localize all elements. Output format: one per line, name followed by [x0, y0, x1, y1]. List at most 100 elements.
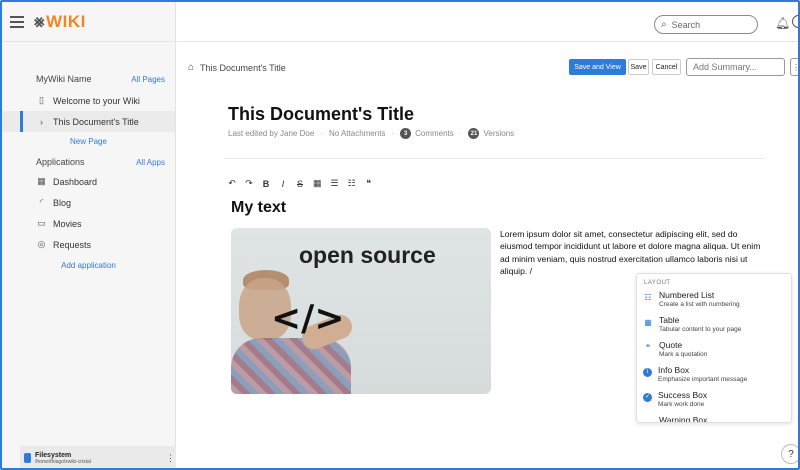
bell-icon[interactable]: 🔔︎ [775, 16, 790, 30]
add-application-link[interactable]: Add application [2, 255, 175, 275]
xwiki-logo[interactable]: ⨳WIKI [34, 12, 86, 32]
sidebar-item-this-document[interactable]: › This Document's Title [2, 111, 175, 132]
content-paragraph[interactable]: Lorem ipsum dolor sit amet, consectetur … [500, 228, 762, 277]
more-options-icon[interactable]: ⋮ [166, 453, 176, 464]
divider [224, 158, 765, 159]
sidebar-item-label: Blog [53, 197, 72, 208]
applications-heading: Applications [36, 157, 85, 167]
table-icon: ▦ [644, 318, 652, 327]
sidebar-item-label: Movies [53, 218, 82, 229]
top-bar: ⌕ Search 🔔︎ [177, 2, 798, 42]
sidebar-item-label: This Document's Title [53, 116, 139, 127]
summary-input[interactable]: Add Summary... [686, 58, 785, 76]
undo-icon[interactable]: ↶ [228, 178, 236, 189]
code-symbol-icon: </> [271, 298, 345, 339]
numbered-list-icon[interactable]: ☷ [348, 178, 356, 189]
bullet-list-icon[interactable]: ☰ [331, 178, 339, 189]
last-edited: Last edited by Jane Doe [228, 129, 315, 138]
sidebar-item-requests[interactable]: ◎ Requests [2, 234, 175, 255]
check-icon: ✓ [643, 393, 652, 402]
menu-item-quote[interactable]: ❝ Quote Mark a quotation [637, 340, 791, 365]
menu-item-numbered-list[interactable]: ☷ Numbered List Create a list with number… [637, 290, 791, 315]
document-meta: Last edited by Jane Doe · No Attachments… [228, 128, 514, 139]
menu-item-title: Success Box [658, 390, 708, 400]
separator: · [459, 129, 463, 138]
editor-toolbar: ↶ ↷ B I S ▦ ☰ ☷ ❝ [228, 178, 373, 189]
filesystem-info: Filesystem /home/thiago/xwiki-cristal [35, 452, 166, 465]
filesystem-path: /home/thiago/xwiki-cristal [35, 458, 91, 465]
search-icon: ⌕ [661, 19, 667, 30]
rss-icon: ◜ [39, 197, 44, 207]
search-placeholder: Search [671, 19, 701, 30]
page-title: This Document's Title [228, 104, 414, 124]
comments-link[interactable]: Comments [415, 129, 454, 138]
home-icon[interactable]: ⌂ [188, 62, 194, 73]
wiki-name-row: MyWiki Name All Pages [2, 70, 175, 88]
sidebar-item-label: Welcome to your Wiki [53, 95, 140, 106]
filesystem-name: Filesystem [35, 451, 72, 459]
menu-section-heading: LAYOUT [644, 280, 671, 286]
search-input[interactable]: ⌕ Search [654, 15, 758, 34]
tv-icon: ▭ [37, 218, 46, 228]
table-icon[interactable]: ▦ [313, 178, 322, 189]
content-image[interactable]: open source </> [231, 228, 491, 394]
user-icon[interactable] [792, 15, 798, 28]
attachments-link[interactable]: No Attachments [329, 129, 385, 138]
chevron-right-icon[interactable]: › [36, 117, 47, 127]
grid-icon: ▦ [37, 176, 46, 186]
sidebar-item-label: Requests [53, 239, 92, 250]
image-person-shirt [231, 338, 351, 394]
check-circle-icon: ◎ [37, 239, 46, 249]
menu-item-title: Table [659, 315, 680, 325]
quote-icon: ❝ [645, 343, 651, 352]
app-window: ⨳WIKI MyWiki Name All Pages ▯ Welcome to… [0, 0, 800, 470]
filesystem-panel[interactable]: Filesystem /home/thiago/xwiki-cristal ⋮ [20, 446, 176, 468]
versions-count-badge: 21 [468, 128, 480, 139]
menu-item-table[interactable]: ▦ Table Tabular content to your page [637, 315, 791, 340]
all-apps-link[interactable]: All Apps [136, 158, 165, 167]
slash-command-menu: LAYOUT ☷ Numbered List Create a list with… [636, 273, 792, 423]
sidebar-item-welcome[interactable]: ▯ Welcome to your Wiki [2, 90, 175, 111]
sidebar-item-label: Dashboard [53, 176, 98, 187]
menu-item-title: Numbered List [659, 290, 715, 300]
separator: · [391, 129, 395, 138]
save-and-view-button[interactable]: Save and View [569, 59, 626, 75]
sidebar-header: ⨳WIKI [2, 2, 175, 42]
strikethrough-icon[interactable]: S [296, 179, 304, 189]
sidebar-item-dashboard[interactable]: ▦ Dashboard [2, 171, 175, 192]
hamburger-menu-icon[interactable] [10, 15, 24, 28]
breadcrumb: ⌂ This Document's Title [188, 62, 286, 73]
menu-item-title: Warning Box [659, 415, 708, 423]
separator: · [320, 129, 323, 138]
menu-item-title: Info Box [658, 365, 690, 375]
menu-item-desc: Mark work done [658, 401, 705, 408]
breadcrumb-label[interactable]: This Document's Title [200, 63, 286, 73]
image-caption-text: open source [299, 242, 436, 268]
menu-item-title: Quote [659, 340, 683, 350]
quote-icon[interactable]: ❝ [365, 178, 373, 189]
menu-item-success-box[interactable]: ✓ Success Box Mark work done [637, 390, 791, 415]
new-page-link[interactable]: New Page [2, 132, 175, 151]
content-heading[interactable]: My text [231, 199, 286, 217]
menu-item-warning-box[interactable]: Warning Box [637, 415, 791, 423]
menu-item-desc: Mark a quotation [659, 351, 708, 358]
more-actions-button[interactable]: ⋮ [790, 58, 798, 76]
all-pages-link[interactable]: All Pages [131, 75, 165, 84]
database-icon [24, 453, 31, 463]
menu-item-info-box[interactable]: i Info Box Emphasize important message [637, 365, 791, 390]
versions-link[interactable]: Versions [483, 129, 514, 138]
bold-icon[interactable]: B [262, 179, 270, 189]
help-button[interactable]: ? [781, 444, 798, 464]
sidebar-item-blog[interactable]: ◜ Blog [2, 192, 175, 213]
comments-count-badge: 3 [400, 128, 412, 139]
wiki-name: MyWiki Name [36, 74, 92, 84]
sidebar: ⨳WIKI MyWiki Name All Pages ▯ Welcome to… [2, 2, 176, 468]
redo-icon[interactable]: ↷ [245, 178, 253, 189]
page-icon: ▯ [39, 95, 44, 105]
save-button[interactable]: Save [628, 59, 649, 75]
applications-row: Applications All Apps [2, 153, 175, 171]
cancel-button[interactable]: Cancel [652, 59, 681, 75]
menu-item-desc: Tabular content to your page [659, 326, 742, 333]
sidebar-item-movies[interactable]: ▭ Movies [2, 213, 175, 234]
italic-icon[interactable]: I [279, 179, 287, 189]
